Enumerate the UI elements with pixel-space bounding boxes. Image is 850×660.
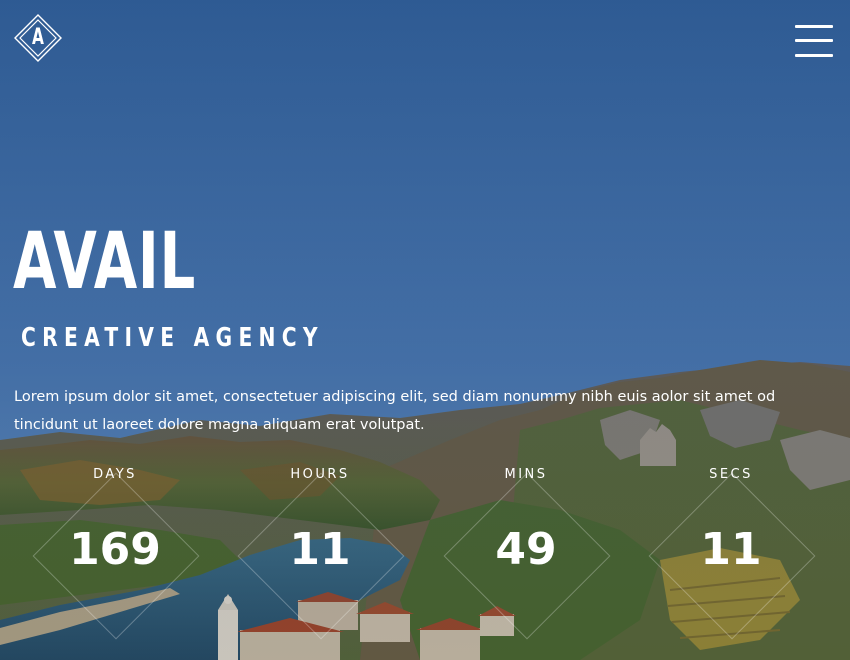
countdown-secs-label: SECS: [709, 467, 753, 482]
countdown-hours: HOURS 11: [220, 455, 420, 645]
hamburger-menu-icon: [795, 25, 833, 28]
countdown-days: DAYS 169: [15, 455, 215, 645]
countdown-timer: DAYS 169 HOURS 11 MINS 49 SECS 11: [0, 455, 850, 645]
page-subtitle: CREATIVE AGENCY: [21, 323, 324, 353]
countdown-mins-label: MINS: [504, 467, 548, 482]
countdown-mins-value: 49: [495, 524, 557, 575]
hamburger-menu-icon: [795, 39, 833, 42]
countdown-days-value: 169: [69, 524, 161, 575]
hero-description: Lorem ipsum dolor sit amet, consectetuer…: [14, 389, 776, 433]
countdown-secs-value: 11: [700, 524, 762, 575]
countdown-mins: MINS 49: [426, 455, 626, 645]
hamburger-menu-icon: [795, 54, 833, 57]
countdown-hours-value: 11: [289, 524, 351, 575]
logo-letter: A: [32, 25, 44, 50]
countdown-secs: SECS 11: [631, 455, 831, 645]
countdown-hours-label: HOURS: [290, 467, 350, 482]
countdown-days-label: DAYS: [93, 467, 137, 482]
menu-button[interactable]: [795, 25, 833, 59]
hero-page: A AVAIL CREATIVE AGENCY Lorem ipsum dolo…: [0, 0, 850, 660]
brand-logo[interactable]: A: [13, 13, 63, 63]
page-title: AVAIL: [13, 217, 197, 307]
